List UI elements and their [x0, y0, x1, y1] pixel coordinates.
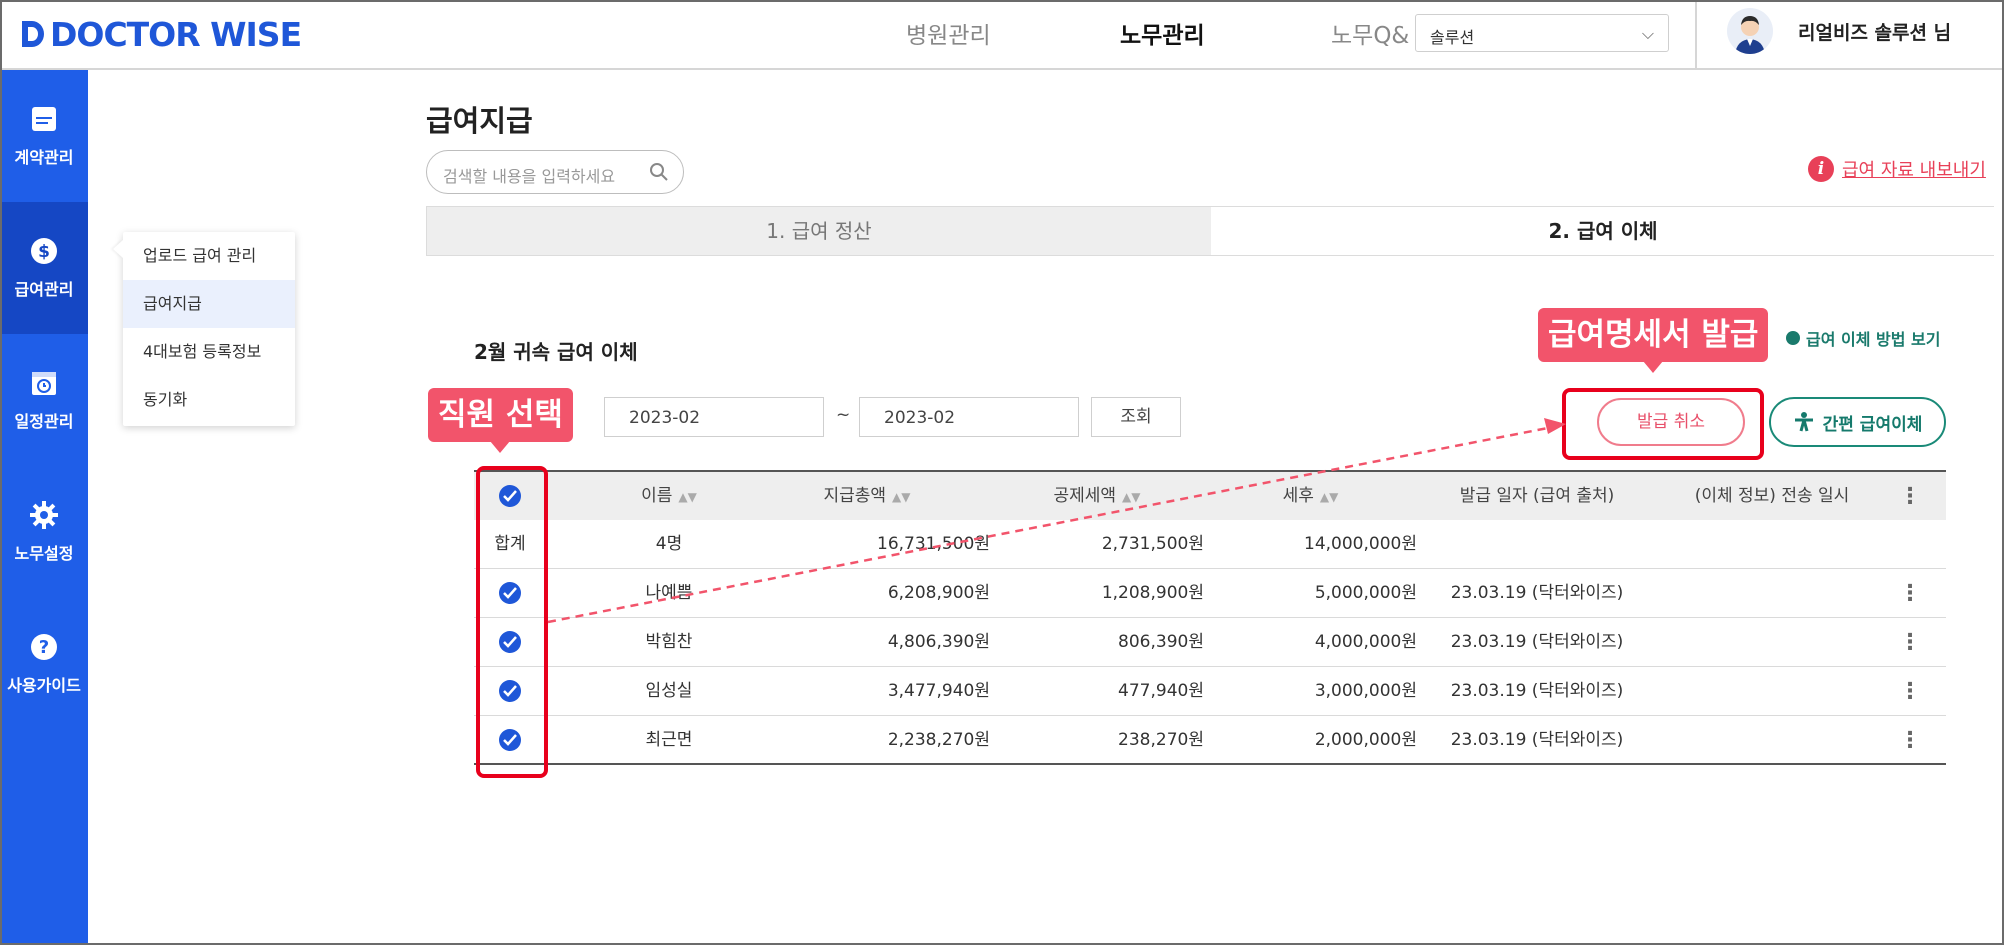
window-frame	[0, 0, 2004, 945]
